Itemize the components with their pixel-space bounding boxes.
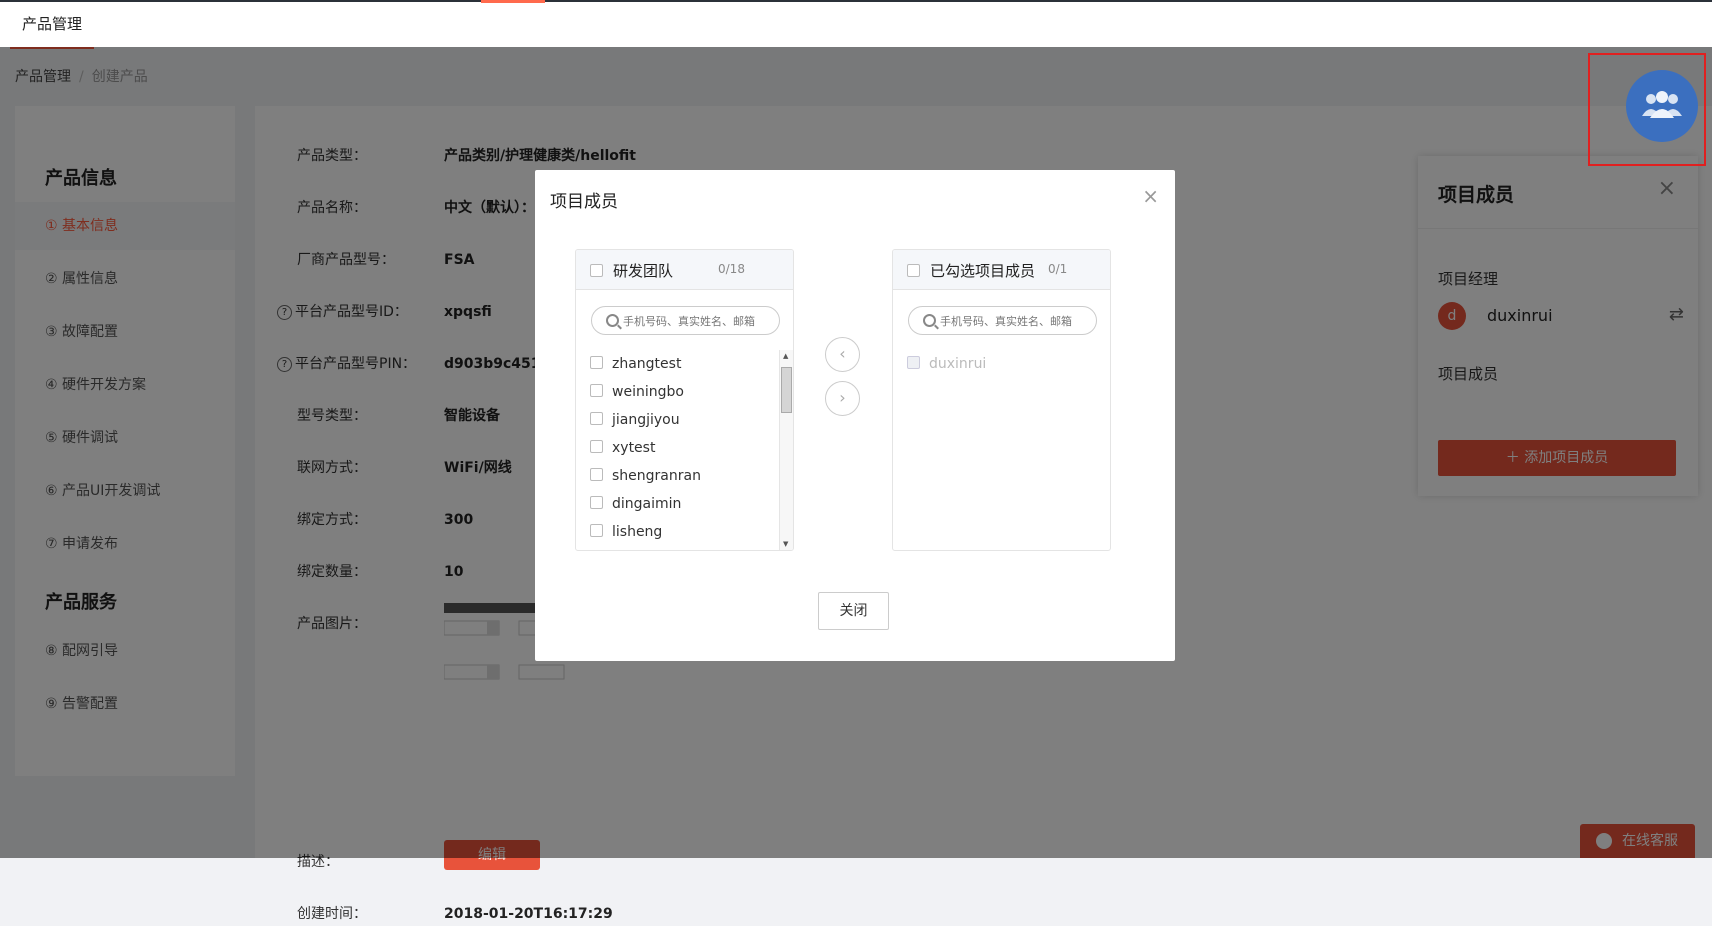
- transfer-panel-target: 已勾选项目成员 0/1 duxinrui: [892, 249, 1111, 551]
- top-bar: 产品管理: [0, 0, 1712, 49]
- target-search: [908, 306, 1097, 335]
- modal-close-button[interactable]: 关闭: [818, 592, 889, 630]
- highlight-frame: [1588, 53, 1706, 166]
- source-header: 研发团队 0/18: [576, 250, 793, 290]
- list-item[interactable]: jiangjiyou: [590, 410, 680, 430]
- source-search-input[interactable]: [623, 312, 773, 330]
- source-scrollbar[interactable]: ▲ ▼: [779, 350, 793, 550]
- list-item-label: jiangjiyou: [612, 412, 680, 428]
- modal-close-icon[interactable]: ×: [1142, 184, 1159, 208]
- label-created-time: 创建时间：: [297, 906, 367, 922]
- target-list: duxinrui: [893, 350, 1096, 550]
- scroll-up-icon[interactable]: ▲: [783, 352, 788, 360]
- list-item[interactable]: lisheng: [590, 522, 662, 542]
- item-checkbox[interactable]: [590, 356, 603, 369]
- value-created-time: 2018-01-20T16:17:29: [444, 906, 613, 922]
- item-checkbox[interactable]: [590, 412, 603, 425]
- move-left-button[interactable]: ‹: [825, 337, 860, 372]
- list-item: duxinrui: [907, 354, 986, 374]
- scroll-down-icon[interactable]: ▼: [783, 540, 788, 548]
- item-checkbox[interactable]: [590, 496, 603, 509]
- source-title: 研发团队: [613, 262, 674, 280]
- list-item-label: lisheng: [612, 524, 663, 540]
- chevron-right-icon: ›: [839, 388, 846, 407]
- list-item-label: weiningbo: [612, 384, 684, 400]
- chevron-left-icon: ‹: [839, 344, 846, 363]
- item-checkbox: [907, 356, 920, 369]
- scroll-thumb[interactable]: [781, 367, 792, 413]
- tab-product-management[interactable]: 产品管理: [10, 4, 95, 49]
- list-item-label: zhangtest: [612, 356, 682, 372]
- move-right-button[interactable]: ›: [825, 381, 860, 416]
- target-search-input[interactable]: [940, 312, 1090, 330]
- target-count: 0/1: [1048, 262, 1068, 276]
- top-accent-line: [481, 0, 545, 3]
- list-item-label: duxinrui: [929, 356, 987, 372]
- source-count: 0/18: [718, 262, 745, 276]
- source-select-all-checkbox[interactable]: [590, 264, 603, 277]
- search-icon: [923, 314, 936, 327]
- source-list: zhangtest weiningbo jiangjiyou xytest sh…: [576, 350, 779, 550]
- transfer-panel-source: 研发团队 0/18 zhangtest weiningbo jiangjiyou…: [575, 249, 794, 551]
- modal-title: 项目成员: [550, 192, 618, 212]
- list-item[interactable]: zhangtest: [590, 354, 681, 374]
- item-checkbox[interactable]: [590, 384, 603, 397]
- list-item[interactable]: xytest: [590, 438, 655, 458]
- target-title: 已勾选项目成员: [930, 262, 1036, 280]
- members-modal: 项目成员 × 研发团队 0/18 zhangtest weiningbo jia…: [535, 170, 1175, 661]
- list-item[interactable]: weiningbo: [590, 382, 684, 402]
- list-item[interactable]: shengranran: [590, 466, 701, 486]
- source-search: [591, 306, 780, 335]
- item-checkbox[interactable]: [590, 524, 603, 537]
- list-item[interactable]: dingaimin: [590, 494, 681, 514]
- list-item-label: dingaimin: [612, 496, 682, 512]
- search-icon: [606, 314, 619, 327]
- item-checkbox[interactable]: [590, 468, 603, 481]
- list-item-label: shengranran: [612, 468, 701, 484]
- target-select-all-checkbox[interactable]: [907, 264, 920, 277]
- target-header: 已勾选项目成员 0/1: [893, 250, 1110, 290]
- item-checkbox[interactable]: [590, 440, 603, 453]
- list-item-label: xytest: [612, 440, 656, 456]
